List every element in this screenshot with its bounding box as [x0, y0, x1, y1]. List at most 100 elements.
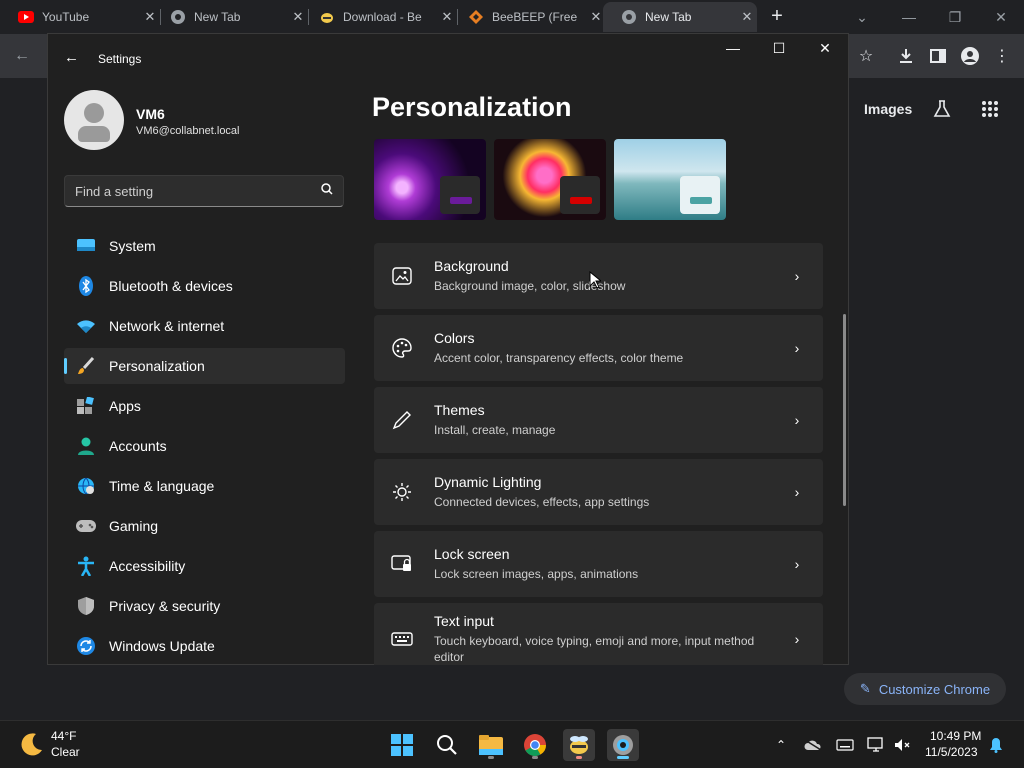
customize-chrome-button[interactable]: ✎ Customize Chrome — [844, 673, 1006, 705]
new-tab-button[interactable]: + — [766, 6, 788, 28]
chrome-icon[interactable] — [519, 729, 551, 761]
card-title: Dynamic Lighting — [434, 474, 542, 490]
start-windows-icon[interactable] — [386, 729, 418, 761]
tab-new-tab-active[interactable]: New Tab ✕ — [603, 2, 757, 32]
tab-new-tab[interactable]: New Tab ✕ — [152, 2, 308, 32]
nav-item-system[interactable]: System — [64, 228, 345, 264]
nav-item-personalization[interactable]: Personalization — [64, 348, 345, 384]
chevron-right-icon: › — [794, 556, 800, 572]
chevron-right-icon: › — [794, 268, 800, 284]
side-panel-icon[interactable] — [926, 44, 950, 68]
nav-item-time-language[interactable]: Time & language — [64, 468, 345, 504]
theme-thumbnail-purple[interactable] — [374, 139, 486, 220]
nav-item-apps[interactable]: Apps — [64, 388, 345, 424]
card-subtitle: Background image, color, slideshow — [434, 279, 626, 293]
nav-label: Privacy & security — [109, 598, 221, 614]
nav-label: System — [109, 238, 156, 254]
menu-kebab-icon[interactable]: ⋮ — [990, 44, 1014, 68]
nav-item-windows-update[interactable]: Windows Update — [64, 628, 345, 664]
back-arrow-icon[interactable]: ← — [64, 49, 79, 66]
maximize-icon[interactable]: ☐ — [764, 40, 794, 60]
theme-thumbnail-flower[interactable] — [494, 139, 606, 220]
search-icon[interactable] — [431, 729, 463, 761]
close-icon[interactable]: ✕ — [810, 40, 840, 60]
restore-icon[interactable]: ❐ — [935, 4, 975, 30]
close-icon[interactable]: ✕ — [981, 4, 1021, 30]
customize-label: Customize Chrome — [878, 681, 991, 697]
bookmark-star-icon[interactable]: ☆ — [854, 44, 878, 68]
notification-bell-icon[interactable] — [986, 735, 1006, 755]
pen-icon — [390, 408, 414, 432]
accounts-icon — [76, 436, 96, 456]
chevron-up-icon[interactable]: ⌃ — [771, 735, 791, 755]
nav-item-gaming[interactable]: Gaming — [64, 508, 345, 544]
search-box[interactable] — [64, 175, 344, 207]
sun-icon — [390, 480, 414, 504]
close-tab-icon[interactable]: ✕ — [737, 9, 757, 25]
nav-label: Accessibility — [109, 558, 186, 574]
nav-item-accessibility[interactable]: Accessibility — [64, 548, 345, 584]
theme-preview-window — [560, 176, 600, 214]
back-arrow-icon[interactable]: ← — [10, 44, 34, 68]
file-explorer-icon[interactable] — [475, 729, 507, 761]
chrome-icon — [621, 9, 637, 25]
system-icon — [76, 236, 96, 256]
window-title: Settings — [98, 52, 142, 66]
card-text-input[interactable]: Text input Touch keyboard, voice typing, … — [374, 603, 823, 665]
nav-item-privacy[interactable]: Privacy & security — [64, 588, 345, 624]
tab-search-icon[interactable]: ⌄ — [842, 4, 882, 30]
tab-download-beebeep[interactable]: Download - Be ✕ — [301, 2, 457, 32]
network-icon[interactable] — [866, 735, 886, 755]
volume-muted-icon[interactable] — [892, 735, 912, 755]
tab-title: BeeBEEP (Free — [492, 10, 578, 24]
tab-title: Download - Be — [343, 10, 422, 24]
apps-grid-icon[interactable] — [978, 97, 1002, 121]
tab-youtube[interactable]: YouTube ✕ — [0, 2, 160, 32]
card-title: Colors — [434, 330, 475, 346]
download-icon[interactable] — [894, 44, 918, 68]
nav-label: Network & internet — [109, 318, 225, 334]
beebeep-app-icon[interactable] — [563, 729, 595, 761]
active-indicator — [617, 756, 629, 759]
pencil-icon: ✎ — [859, 681, 871, 696]
weather-temperature[interactable]: 44°F — [51, 729, 76, 743]
search-input[interactable] — [75, 183, 321, 199]
shield-icon — [76, 596, 96, 616]
card-colors[interactable]: Colors Accent color, transparency effects… — [374, 315, 823, 381]
nav-item-bluetooth[interactable]: Bluetooth & devices — [64, 268, 345, 304]
accessibility-icon — [76, 556, 96, 576]
images-link[interactable]: Images — [864, 101, 912, 117]
profile-icon[interactable] — [958, 44, 982, 68]
card-dynamic-lighting[interactable]: Dynamic Lighting Connected devices, effec… — [374, 459, 823, 525]
card-title: Themes — [434, 402, 485, 418]
update-icon — [76, 636, 96, 656]
settings-gear-icon[interactable] — [607, 729, 639, 761]
card-lock-screen[interactable]: Lock screen Lock screen images, apps, ani… — [374, 531, 823, 597]
theme-thumbnail-lake[interactable] — [614, 139, 726, 220]
search-icon[interactable] — [321, 182, 333, 200]
minimize-icon[interactable]: — — [718, 40, 748, 60]
chevron-right-icon: › — [794, 412, 800, 428]
card-themes[interactable]: Themes Install, create, manage › — [374, 387, 823, 453]
card-subtitle: Connected devices, effects, app settings — [434, 495, 650, 509]
taskbar: 44°F Clear ⌃ 10:49 PM 11/5/2023 — [0, 720, 1024, 768]
tab-beebeep-free[interactable]: BeeBEEP (Free ✕ — [450, 2, 606, 32]
nav-item-network[interactable]: Network & internet — [64, 308, 345, 344]
user-name: VM6 — [136, 106, 165, 122]
weather-condition[interactable]: Clear — [51, 745, 80, 759]
minimize-icon[interactable]: — — [889, 4, 929, 30]
moon-weather-icon[interactable] — [18, 731, 44, 762]
beebeep-diamond-icon — [468, 9, 484, 25]
avatar[interactable] — [64, 90, 124, 150]
nav-item-accounts[interactable]: Accounts — [64, 428, 345, 464]
labs-flask-icon[interactable] — [930, 97, 954, 121]
card-title: Background — [434, 258, 509, 274]
onedrive-icon[interactable] — [803, 735, 823, 755]
clock-time[interactable]: 10:49 PM — [930, 729, 981, 743]
running-indicator — [532, 756, 538, 759]
clock-date[interactable]: 11/5/2023 — [925, 745, 978, 759]
palette-icon — [390, 336, 414, 360]
nav-label: Gaming — [109, 518, 159, 534]
keyboard-icon[interactable] — [835, 735, 855, 755]
scrollbar[interactable] — [843, 314, 846, 506]
